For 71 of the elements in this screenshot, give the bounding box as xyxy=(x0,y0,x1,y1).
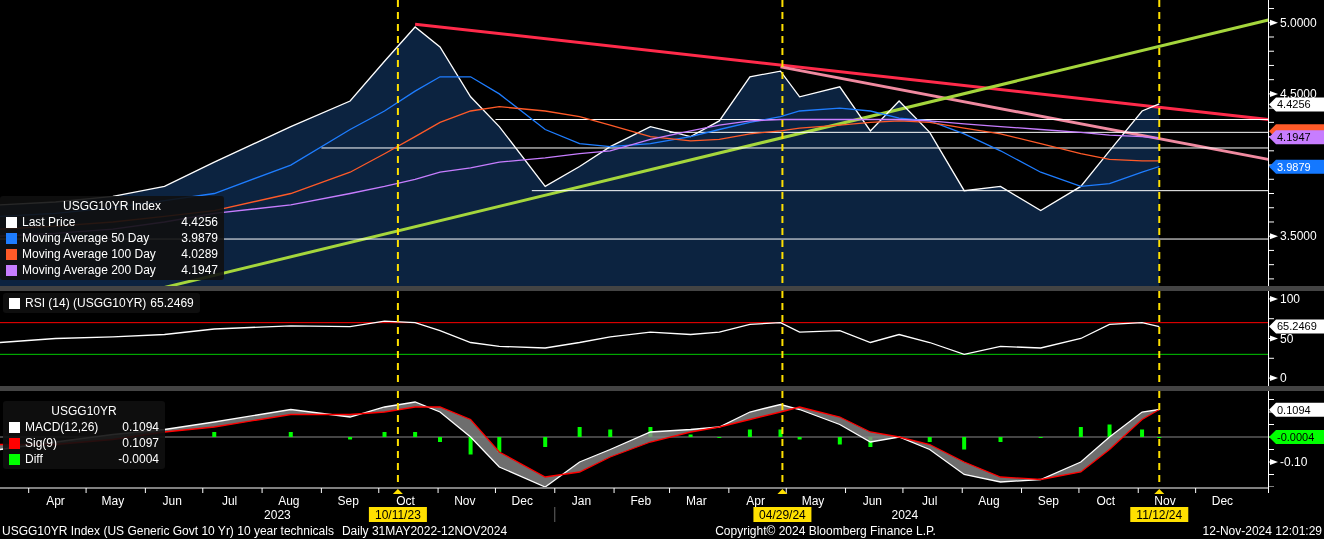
tag-value: 4.4256 xyxy=(1277,98,1311,111)
legend-value: 0.1094 xyxy=(121,419,159,435)
month-label: Nov xyxy=(454,494,476,508)
date-badge: 04/29/24 xyxy=(753,507,812,522)
legend-label: MACD(12,26) xyxy=(25,419,99,435)
axis-label: 0 xyxy=(1280,371,1287,386)
chart-description: USGG10YR Index (US Generic Govt 10 Yr) 10 year technicals xyxy=(2,524,334,538)
month-label: Jun xyxy=(162,494,182,508)
axis-label: 4.5000 xyxy=(1280,86,1317,101)
month-label: Mar xyxy=(686,494,707,508)
month-label: Oct xyxy=(396,494,415,508)
legend-label: Moving Average 200 Day xyxy=(22,262,156,278)
tag-value: 3.9879 xyxy=(1277,160,1311,173)
tag-value: 0.1094 xyxy=(1277,403,1311,416)
axis-label: 5.0000 xyxy=(1280,15,1317,30)
tag-value: -0.0004 xyxy=(1277,431,1315,444)
tag-value: 4.1947 xyxy=(1277,131,1311,144)
triangle-icon xyxy=(1154,489,1165,494)
tick-pointer-icon xyxy=(1270,90,1278,97)
legend-value: 3.9879 xyxy=(180,230,218,246)
month-label: May xyxy=(801,494,825,508)
axis-label: 50 xyxy=(1280,331,1294,346)
tick-pointer-icon xyxy=(1270,459,1278,465)
legend-value: 4.4256 xyxy=(180,214,218,230)
triangle-icon xyxy=(777,489,788,494)
month-label: Jun xyxy=(862,494,882,508)
month-label: May xyxy=(101,494,125,508)
month-label: Dec xyxy=(1211,494,1234,508)
legend-value: -0.0004 xyxy=(117,451,159,467)
legend-value: 65.2469 xyxy=(150,295,194,311)
triangle-icon xyxy=(392,489,403,494)
year-label: 2023 xyxy=(264,508,291,522)
legend-title: USGG10YR Index xyxy=(61,198,162,214)
legend-value: 4.1947 xyxy=(180,262,218,278)
month-label: Sep xyxy=(1037,494,1059,508)
legend-label: Diff xyxy=(25,451,44,467)
axis-label: 3.5000 xyxy=(1280,229,1317,244)
tick-pointer-icon xyxy=(1270,19,1278,26)
date-range: Daily 31MAY2022-12NOV2024 xyxy=(341,524,508,538)
tick-pointer-icon xyxy=(1270,233,1278,240)
tick-pointer-icon xyxy=(1270,295,1278,302)
axis-label: 100 xyxy=(1280,291,1301,306)
month-label: Aug xyxy=(278,494,300,508)
month-label: Jul xyxy=(922,494,938,508)
month-label: Jul xyxy=(221,494,238,508)
legend-label: RSI (14) (USGG10YR) xyxy=(25,295,147,311)
date-badge: 11/12/24 xyxy=(1130,507,1189,522)
year-label: 2024 xyxy=(891,508,919,522)
month-label: Jan xyxy=(571,494,592,508)
axis-label: -0.10 xyxy=(1280,455,1308,469)
legend-value: 4.0289 xyxy=(180,246,218,262)
timestamp: 12-Nov-2024 12:01:29 xyxy=(1202,524,1322,538)
month-label: Aug xyxy=(978,494,1000,508)
legend-label: Last Price xyxy=(22,214,77,230)
month-label: Nov xyxy=(1154,494,1176,508)
month-label: Apr xyxy=(746,494,765,508)
legend-value: 0.1097 xyxy=(121,435,159,451)
legend-title: USGG10YR xyxy=(50,403,118,419)
tick-pointer-icon xyxy=(1270,335,1278,342)
tag-value: 65.2469 xyxy=(1277,320,1317,333)
legend-label: Moving Average 100 Day xyxy=(22,246,156,262)
month-label: Oct xyxy=(1096,494,1116,508)
month-label: Dec xyxy=(511,494,533,508)
legend-label: Moving Average 50 Day xyxy=(22,230,151,246)
month-label: Apr xyxy=(46,494,65,508)
month-label: Sep xyxy=(337,494,359,508)
tick-pointer-icon xyxy=(1270,375,1278,382)
month-label: Feb xyxy=(630,494,652,508)
copyright-text: Copyright© 2024 Bloomberg Finance L.P. xyxy=(715,524,936,538)
legend-label: Sig(9) xyxy=(25,435,58,451)
date-badge: 10/11/23 xyxy=(368,507,427,522)
